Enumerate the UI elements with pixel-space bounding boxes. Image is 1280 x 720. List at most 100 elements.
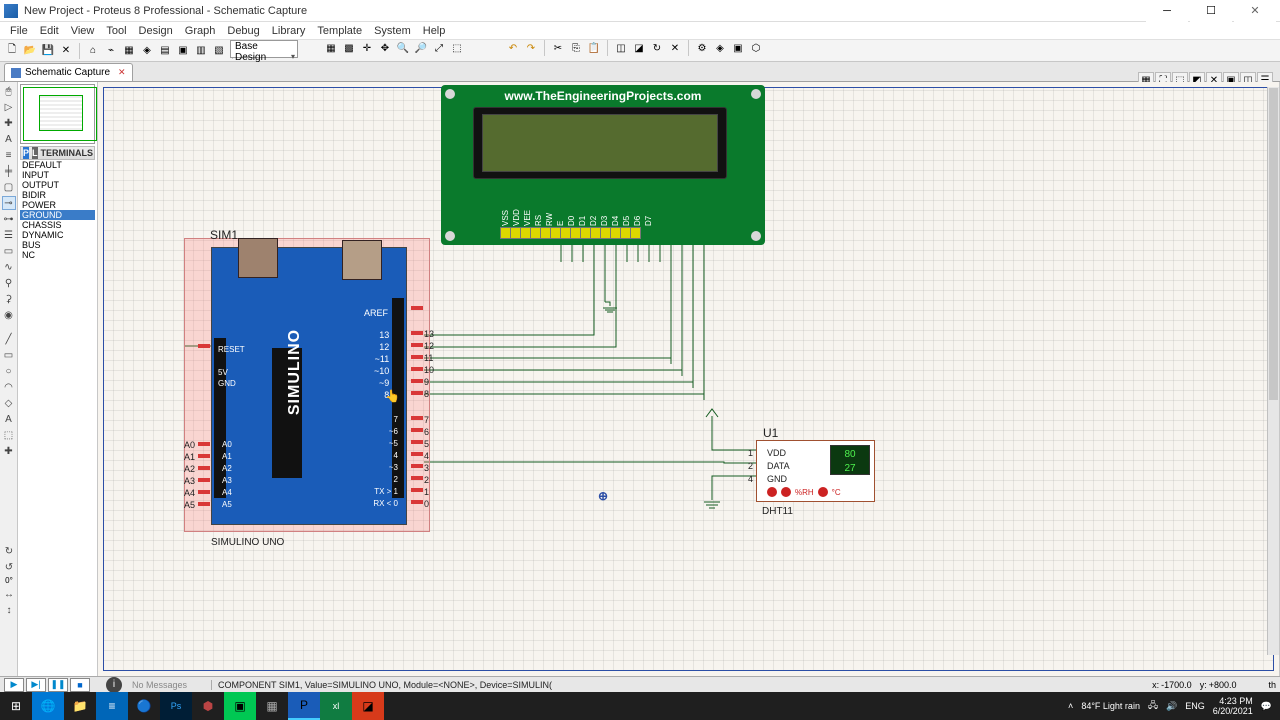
device-pin-icon[interactable]: ⊶ (2, 212, 16, 226)
tray-vol-icon[interactable]: 🔊 (1166, 701, 1177, 712)
tape-icon[interactable]: ▭ (2, 244, 16, 258)
terminal-ground[interactable]: GROUND (20, 210, 95, 220)
task-chrome[interactable]: 🔵 (128, 692, 160, 720)
terminal-bus[interactable]: BUS (20, 240, 95, 250)
terminal-power[interactable]: POWER (20, 200, 95, 210)
mirror-h-icon[interactable]: ↔ (2, 587, 16, 601)
menu-system[interactable]: System (368, 23, 417, 39)
tab-schematic[interactable]: Schematic Capture ✕ (4, 63, 133, 81)
tray-net-icon[interactable]: 🖧 (1148, 698, 1158, 714)
new-file-icon[interactable]: 🗋 (4, 43, 20, 59)
circle-2d-icon[interactable]: ○ (2, 364, 16, 378)
open-file-icon[interactable]: 📂 (22, 43, 38, 59)
bus-icon[interactable]: ╪ (2, 164, 16, 178)
generator-icon[interactable]: ∿ (2, 260, 16, 274)
pan-icon[interactable]: ✥ (377, 40, 393, 56)
menu-library[interactable]: Library (266, 23, 312, 39)
copy-icon[interactable]: ⎘ (568, 40, 584, 56)
dht-up-button[interactable] (781, 487, 791, 497)
instrument-icon[interactable]: ◉ (2, 308, 16, 322)
task-explorer[interactable]: 📁 (64, 692, 96, 720)
task-app4[interactable]: ◪ (352, 692, 384, 720)
package-icon[interactable]: ▣ (730, 40, 746, 56)
redo-icon[interactable]: ↷ (523, 40, 539, 56)
zoom-all-icon[interactable]: ⤢ (431, 40, 447, 56)
cut-icon[interactable]: ✂ (550, 40, 566, 56)
origin-icon[interactable]: ✛ (359, 40, 375, 56)
junction-icon[interactable]: ✚ (2, 116, 16, 130)
symbol-2d-icon[interactable]: ⬚ (2, 428, 16, 442)
terminal-mode-icon[interactable]: ⊸ (2, 196, 16, 210)
make-device-icon[interactable]: ◈ (712, 40, 728, 56)
menu-tool[interactable]: Tool (100, 23, 132, 39)
block-move-icon[interactable]: ◪ (631, 40, 647, 56)
tab-close-icon[interactable]: ✕ (118, 67, 126, 78)
code-icon[interactable]: ▥ (193, 43, 209, 59)
path-2d-icon[interactable]: ◇ (2, 396, 16, 410)
text-2d-icon[interactable]: A (2, 412, 16, 426)
tray-up-icon[interactable]: ˄ (1068, 701, 1073, 711)
task-excel[interactable]: xl (320, 692, 352, 720)
stop-button[interactable]: ■ (70, 678, 90, 692)
menu-graph[interactable]: Graph (179, 23, 222, 39)
bom-icon[interactable]: ▣ (175, 43, 191, 59)
task-ps[interactable]: Ps (160, 692, 192, 720)
weather-label[interactable]: 84°F Light rain (1081, 701, 1140, 711)
home-icon[interactable]: ⌂ (85, 43, 101, 59)
rotate-cw-icon[interactable]: ↻ (2, 544, 16, 558)
terminal-chassis[interactable]: CHASSIS (20, 220, 95, 230)
schematic-canvas[interactable]: www.TheEngineeringProjects.com VSSVDDVEE… (98, 82, 1280, 676)
mirror-v-icon[interactable]: ↕ (2, 603, 16, 617)
terminal-dynamic[interactable]: DYNAMIC (20, 230, 95, 240)
graph-mode-icon[interactable]: ☰ (2, 228, 16, 242)
probe-i-icon[interactable]: ⚳ (2, 292, 16, 306)
overview-panel[interactable] (20, 84, 95, 144)
play-button[interactable]: ▶ (4, 678, 24, 692)
notification-icon[interactable]: 💬 (1261, 701, 1272, 712)
block-delete-icon[interactable]: ✕ (667, 40, 683, 56)
close-button[interactable]: ✕ (1234, 0, 1276, 22)
box-2d-icon[interactable]: ▭ (2, 348, 16, 362)
zoom-in-icon[interactable]: 🔍 (395, 40, 411, 56)
datasheet-icon[interactable]: ▧ (211, 43, 227, 59)
design-dropdown[interactable]: Base Design (230, 40, 298, 58)
block-copy-icon[interactable]: ◫ (613, 40, 629, 56)
block-rotate-icon[interactable]: ↻ (649, 40, 665, 56)
pick-parts-icon[interactable]: P (23, 147, 29, 159)
lang-label[interactable]: ENG (1185, 701, 1205, 711)
arc-2d-icon[interactable]: ◠ (2, 380, 16, 394)
pause-button[interactable]: ❚❚ (48, 678, 68, 692)
terminal-input[interactable]: INPUT (20, 170, 95, 180)
start-button[interactable]: ⊞ (0, 692, 32, 720)
menu-help[interactable]: Help (417, 23, 452, 39)
info-icon[interactable]: i (106, 677, 122, 693)
task-vscode[interactable]: ≡ (96, 692, 128, 720)
zoom-area-icon[interactable]: ⬚ (449, 40, 465, 56)
maximize-button[interactable]: ☐ (1190, 0, 1232, 22)
probe-v-icon[interactable]: ⚲ (2, 276, 16, 290)
gerber-icon[interactable]: ▤ (157, 43, 173, 59)
rotate-ccw-icon[interactable]: ↺ (2, 560, 16, 574)
undo-icon[interactable]: ↶ (505, 40, 521, 56)
subcircuit-icon[interactable]: ▢ (2, 180, 16, 194)
save-icon[interactable]: 💾 (40, 43, 56, 59)
vertical-scrollbar[interactable] (1267, 87, 1279, 655)
menu-template[interactable]: Template (311, 23, 368, 39)
close-project-icon[interactable]: ✕ (58, 43, 74, 59)
task-proteus[interactable]: P (288, 692, 320, 720)
menu-file[interactable]: File (4, 23, 34, 39)
selection-mode-icon[interactable]: 🖱 (2, 84, 16, 98)
grid-toggle-icon[interactable]: ▦ (323, 40, 339, 56)
task-edge[interactable]: 🌐 (32, 692, 64, 720)
dht-down-button[interactable] (767, 487, 777, 497)
3d-icon[interactable]: ◈ (139, 43, 155, 59)
dht-mode-button[interactable] (818, 487, 828, 497)
line-2d-icon[interactable]: ╱ (2, 332, 16, 346)
clock[interactable]: 4:23 PM 6/20/2021 (1213, 696, 1253, 716)
terminal-default[interactable]: DEFAULT (20, 160, 95, 170)
minimize-button[interactable]: ─ (1146, 0, 1188, 22)
terminal-bidir[interactable]: BIDIR (20, 190, 95, 200)
wire-label-icon[interactable]: A (2, 132, 16, 146)
terminal-nc[interactable]: NC (20, 250, 95, 260)
menu-design[interactable]: Design (133, 23, 179, 39)
